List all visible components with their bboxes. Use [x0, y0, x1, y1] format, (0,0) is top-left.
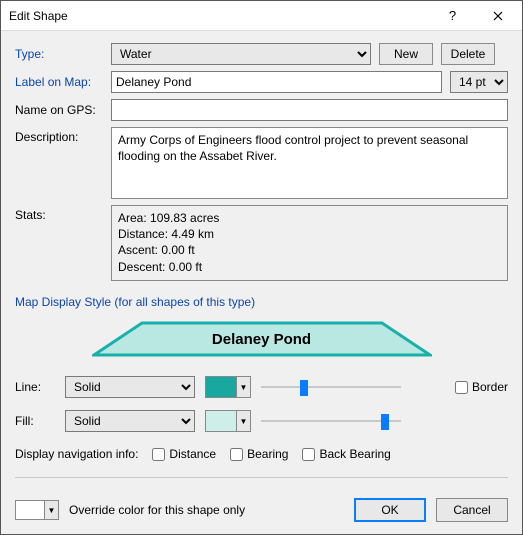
border-checkbox[interactable]: Border — [455, 380, 508, 394]
stats-textarea: Area: 109.83 acres Distance: 4.49 km Asc… — [111, 205, 508, 281]
close-icon — [493, 11, 503, 21]
line-style-select[interactable]: Solid — [65, 376, 195, 398]
delete-button[interactable]: Delete — [441, 43, 495, 65]
dialog-content: Type: Water New Delete Label on Map: 14 … — [1, 31, 522, 498]
preview-caption: Delaney Pond — [92, 321, 432, 357]
name-on-gps-input[interactable] — [111, 99, 508, 121]
shape-preview: Delaney Pond — [15, 321, 508, 357]
line-color-button[interactable]: ▼ — [205, 376, 251, 398]
chevron-down-icon: ▼ — [236, 377, 250, 397]
line-color-swatch — [206, 377, 236, 397]
map-display-style-label: Map Display Style (for all shapes of thi… — [15, 295, 508, 309]
dialog-footer: ▼ Override color for this shape only OK … — [1, 498, 522, 534]
edit-shape-dialog: Edit Shape ? Type: Water New Delete Labe… — [0, 0, 523, 535]
close-button[interactable] — [475, 2, 520, 30]
override-color-swatch — [16, 501, 44, 519]
fill-opacity-slider[interactable] — [261, 411, 401, 431]
type-label: Type: — [15, 47, 103, 61]
chevron-down-icon: ▼ — [44, 501, 58, 519]
fill-color-swatch — [206, 411, 236, 431]
fill-label: Fill: — [15, 414, 55, 428]
window-title: Edit Shape — [9, 9, 430, 23]
help-button[interactable]: ? — [430, 2, 475, 30]
description-label: Description: — [15, 127, 103, 144]
name-on-gps-label: Name on GPS: — [15, 103, 103, 117]
override-label: Override color for this shape only — [69, 503, 245, 517]
line-label: Line: — [15, 380, 55, 394]
label-on-map-input[interactable] — [111, 71, 442, 93]
fill-color-button[interactable]: ▼ — [205, 410, 251, 432]
ok-button[interactable]: OK — [354, 498, 426, 522]
description-textarea[interactable]: Army Corps of Engineers flood control pr… — [111, 127, 508, 199]
override-color-button[interactable]: ▼ — [15, 500, 59, 520]
new-button[interactable]: New — [379, 43, 433, 65]
stats-label: Stats: — [15, 205, 103, 222]
line-width-slider[interactable] — [261, 377, 401, 397]
label-on-map-label: Label on Map: — [15, 75, 103, 89]
separator — [15, 477, 508, 478]
fill-style-select[interactable]: Solid — [65, 410, 195, 432]
back-bearing-checkbox[interactable]: Back Bearing — [302, 447, 390, 461]
chevron-down-icon: ▼ — [236, 411, 250, 431]
type-select[interactable]: Water — [111, 43, 371, 65]
distance-checkbox[interactable]: Distance — [152, 447, 216, 461]
nav-info-label: Display navigation info: — [15, 447, 138, 461]
font-size-select[interactable]: 14 pt — [450, 71, 508, 93]
cancel-button[interactable]: Cancel — [436, 498, 508, 522]
titlebar: Edit Shape ? — [1, 1, 522, 31]
bearing-checkbox[interactable]: Bearing — [230, 447, 288, 461]
